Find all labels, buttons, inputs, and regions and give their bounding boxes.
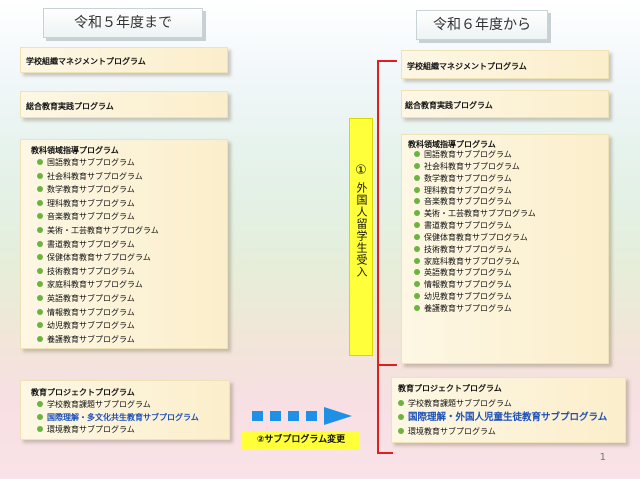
bullet-dot-icon xyxy=(414,304,420,311)
right-mgmt-program: 学校組織マネジメントプログラム xyxy=(401,50,609,79)
bullet-dot-icon xyxy=(414,269,420,276)
list-item: 美術・工芸教育サブプログラム xyxy=(37,224,159,238)
left-mgmt-title: 学校組織マネジメントプログラム xyxy=(26,57,146,66)
list-item: 国際理解・多文化共生教育サブプログラム xyxy=(37,412,199,425)
subprogram-change-note: ②サブプログラム変更 xyxy=(242,431,360,449)
left-practice-title: 総合教育実践プログラム xyxy=(26,102,114,111)
right-practice-program: 総合教育実践プログラム xyxy=(401,90,609,118)
list-item: 技術教育サブプログラム xyxy=(414,244,536,256)
list-item: 環境教育サブプログラム xyxy=(37,424,199,437)
bullet-dot-icon xyxy=(37,281,43,288)
list-item: 音楽教育サブプログラム xyxy=(37,210,159,224)
list-item: 書道教育サブプログラム xyxy=(37,238,159,252)
bullet-dot-icon xyxy=(414,162,420,169)
list-item: 保健体育教育サブプログラム xyxy=(414,232,536,244)
list-item: 理科教育サブプログラム xyxy=(414,185,536,197)
bullet-dot-icon xyxy=(37,186,43,193)
bullet-dot-icon xyxy=(414,233,420,240)
list-item: 学校教育課題サブプログラム xyxy=(398,397,607,411)
left-subject-list: 国語教育サブプログラム 社会科教育サブプログラム 数学教育サブプログラム 理科教… xyxy=(37,156,159,346)
list-item: 学校教育課題サブプログラム xyxy=(37,399,199,412)
list-item: 書道教育サブプログラム xyxy=(414,220,536,232)
note-number-1: ① xyxy=(355,163,367,178)
bullet-dot-icon xyxy=(414,281,420,288)
bullet-dot-icon xyxy=(414,210,420,217)
bullet-dot-icon xyxy=(414,151,420,157)
bullet-dot-icon xyxy=(37,172,43,179)
bullet-dot-icon xyxy=(414,186,420,193)
list-item: 美術・工芸教育サブプログラム xyxy=(414,208,536,220)
left-project-program: 教育プロジェクトプログラム 学校教育課題サブプログラム 国際理解・多文化共生教育… xyxy=(20,380,230,440)
right-subject-list: 国語教育サブプログラム 社会科教育サブプログラム 数学教育サブプログラム 理科教… xyxy=(414,149,536,315)
bullet-dot-icon xyxy=(398,414,404,420)
list-item: 技術教育サブプログラム xyxy=(37,265,159,279)
foreign-students-text: 外国人留学生受入 xyxy=(355,182,368,278)
dashed-arrow-icon xyxy=(252,407,352,425)
list-item: 養護教育サブプログラム xyxy=(37,333,159,347)
bullet-dot-icon xyxy=(37,240,43,247)
bullet-dot-icon xyxy=(37,335,43,342)
list-item: 国語教育サブプログラム xyxy=(37,156,159,170)
list-item: 情報教育サブプログラム xyxy=(37,306,159,320)
list-item: 英語教育サブプログラム xyxy=(414,267,536,279)
left-mgmt-program: 学校組織マネジメントプログラム xyxy=(20,47,228,73)
list-item: 音楽教育サブプログラム xyxy=(414,196,536,208)
bullet-dot-icon xyxy=(414,293,420,300)
bullet-dot-icon xyxy=(37,322,43,329)
left-project-title: 教育プロジェクトプログラム xyxy=(31,388,135,397)
bullet-dot-icon xyxy=(37,294,43,301)
bullet-dot-icon xyxy=(414,174,420,181)
list-item: 社会科教育サブプログラム xyxy=(37,170,159,184)
right-mgmt-title: 学校組織マネジメントプログラム xyxy=(407,62,527,71)
list-item: 英語教育サブプログラム xyxy=(37,292,159,306)
list-item: 国際理解・外国人児童生徒教育サブプログラム xyxy=(398,411,607,425)
left-year-header: 令和５年度まで xyxy=(43,8,203,38)
list-item: 数学教育サブプログラム xyxy=(37,183,159,197)
list-item: 社会科教育サブプログラム xyxy=(414,161,536,173)
bullet-dot-icon xyxy=(37,401,43,407)
right-subject-program: 教科領域指導プログラム 国語教育サブプログラム 社会科教育サブプログラム 数学教… xyxy=(401,134,609,364)
list-item: 国語教育サブプログラム xyxy=(414,149,536,161)
bullet-dot-icon xyxy=(398,428,404,434)
left-project-list: 学校教育課題サブプログラム 国際理解・多文化共生教育サブプログラム 環境教育サブ… xyxy=(37,399,199,437)
bullet-dot-icon xyxy=(37,159,43,165)
bullet-dot-icon xyxy=(414,198,420,205)
right-project-list: 学校教育課題サブプログラム 国際理解・外国人児童生徒教育サブプログラム 環境教育… xyxy=(398,397,607,439)
bullet-dot-icon xyxy=(37,426,43,432)
bullet-dot-icon xyxy=(37,267,43,274)
bullet-dot-icon xyxy=(37,199,43,206)
left-subject-program: 教科領域指導プログラム 国語教育サブプログラム 社会科教育サブプログラム 数学教… xyxy=(20,139,228,349)
list-item: 理科教育サブプログラム xyxy=(37,197,159,211)
bullet-dot-icon xyxy=(37,226,43,233)
left-practice-program: 総合教育実践プログラム xyxy=(20,91,228,118)
bullet-dot-icon xyxy=(37,254,43,261)
bullet-dot-icon xyxy=(414,245,420,252)
bullet-dot-icon xyxy=(414,257,420,264)
page-number: 1 xyxy=(599,452,606,463)
red-bracket-upper xyxy=(377,60,397,366)
list-item: 家庭科教育サブプログラム xyxy=(37,278,159,292)
list-item: 養護教育サブプログラム xyxy=(414,303,536,315)
bullet-dot-icon xyxy=(398,400,404,406)
bullet-dot-icon xyxy=(414,222,420,229)
bullet-dot-icon xyxy=(37,308,43,315)
right-year-header: 令和６年度から xyxy=(416,10,548,40)
left-subject-title: 教科領域指導プログラム xyxy=(31,146,119,155)
list-item: 数学教育サブプログラム xyxy=(414,173,536,185)
list-item: 幼児教育サブプログラム xyxy=(414,291,536,303)
list-item: 情報教育サブプログラム xyxy=(414,279,536,291)
right-project-program: 教育プロジェクトプログラム 学校教育課題サブプログラム 国際理解・外国人児童生徒… xyxy=(391,377,626,443)
bullet-dot-icon xyxy=(37,413,43,420)
list-item: 保健体育教育サブプログラム xyxy=(37,251,159,265)
bullet-dot-icon xyxy=(37,213,43,220)
right-project-title: 教育プロジェクトプログラム xyxy=(398,384,502,393)
list-item: 環境教育サブプログラム xyxy=(398,425,607,439)
list-item: 家庭科教育サブプログラム xyxy=(414,256,536,268)
right-practice-title: 総合教育実践プログラム xyxy=(405,101,493,110)
list-item: 幼児教育サブプログラム xyxy=(37,319,159,333)
foreign-students-note: ① 外国人留学生受入 xyxy=(349,118,373,356)
